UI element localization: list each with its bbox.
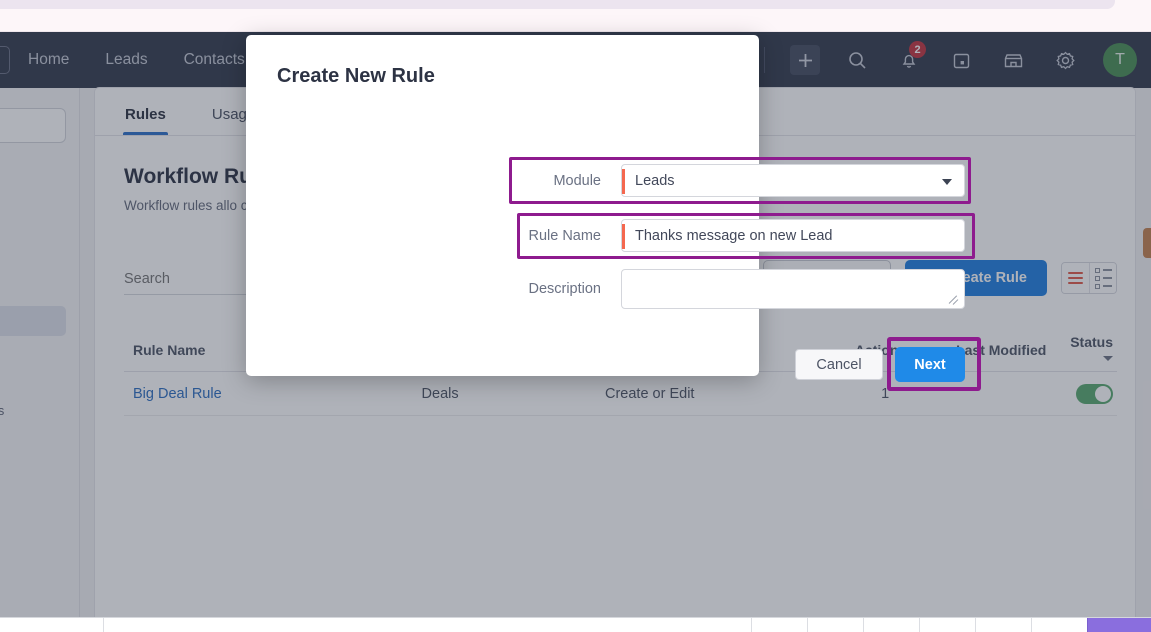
description-label: Description: [528, 281, 601, 297]
taskbar-item-3[interactable]: [863, 618, 919, 632]
description-textarea[interactable]: [621, 269, 965, 309]
dialog-title: Create New Rule: [277, 65, 435, 87]
rule-name-input[interactable]: Thanks message on new Lead: [621, 219, 965, 252]
required-indicator: [622, 169, 625, 194]
description-field-row: Description: [521, 269, 965, 309]
taskbar-start-area[interactable]: [0, 618, 104, 632]
required-indicator: [622, 224, 625, 249]
browser-chrome-strip: [0, 0, 1151, 32]
module-field-row: Module Leads: [521, 164, 965, 197]
taskbar-item-6[interactable]: [1031, 618, 1087, 632]
taskbar-accent-item[interactable]: [1087, 618, 1151, 632]
module-label: Module: [553, 172, 601, 189]
module-selected-value: Leads: [635, 172, 675, 189]
next-button[interactable]: Next: [895, 347, 965, 382]
rule-name-value: Thanks message on new Lead: [635, 227, 833, 244]
os-taskbar: [0, 617, 1151, 632]
resize-handle-icon[interactable]: [949, 294, 960, 305]
rule-name-label: Rule Name: [528, 227, 601, 244]
cancel-button[interactable]: Cancel: [795, 349, 883, 380]
taskbar-item-1[interactable]: [751, 618, 807, 632]
chevron-down-icon: [942, 178, 952, 185]
taskbar-item-2[interactable]: [807, 618, 863, 632]
taskbar-item-5[interactable]: [975, 618, 1031, 632]
app-root: Home Leads Contacts ...ise-Trial ...RADE: [0, 0, 1151, 632]
create-new-rule-dialog: Create New Rule Module Leads Rule Name T…: [246, 35, 981, 391]
module-select[interactable]: Leads: [621, 164, 965, 197]
taskbar-window-area: [104, 618, 751, 632]
rule-name-field-row: Rule Name Thanks message on new Lead: [521, 219, 965, 252]
taskbar-item-4[interactable]: [919, 618, 975, 632]
browser-tab-strip: [0, 0, 1115, 9]
